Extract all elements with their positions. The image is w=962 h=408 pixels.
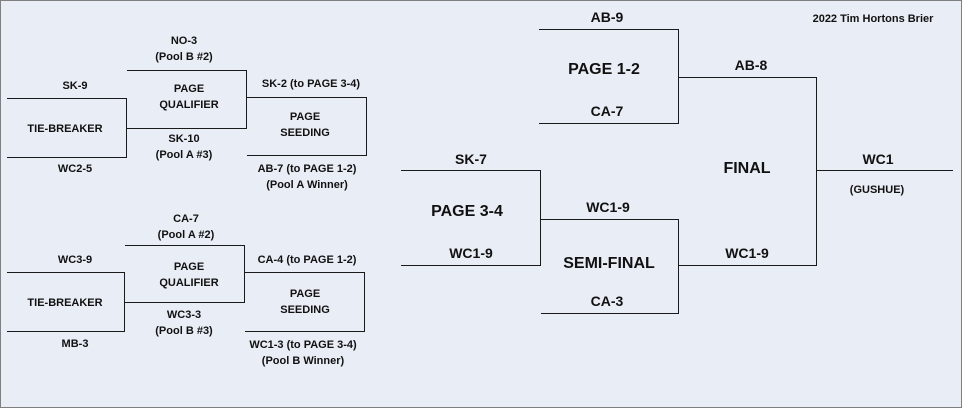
final-line1	[679, 77, 817, 78]
ps-bottom-line1	[245, 272, 365, 273]
page34-team2: WC1-9	[449, 245, 493, 261]
final-team2: WC1-9	[725, 245, 769, 261]
tb-top-team2: WC2-5	[57, 163, 93, 175]
bracket-canvas: 2022 Tim Hortons Brier SK-9 TIE-BREAKER …	[0, 0, 962, 408]
page12-team2: CA-7	[590, 103, 624, 119]
ps-top-team1: SK-2 (to PAGE 3-4)	[261, 78, 361, 90]
page12-line2	[539, 123, 679, 124]
pq-bottom-team1: CA-7 (Pool A #2)	[157, 213, 215, 241]
ps-bottom-label: PAGE SEEDING	[280, 288, 330, 316]
ps-top-label: PAGE SEEDING	[280, 111, 330, 139]
tb-top-team1: SK-9	[62, 80, 88, 92]
champion-team: WC1	[862, 151, 894, 167]
ps-top-connector	[366, 97, 367, 156]
ps-bottom-connector	[364, 272, 365, 332]
ps-top-line2	[247, 155, 367, 156]
pq-top-team2: SK-10 (Pool A #3)	[155, 133, 213, 161]
champion-line	[817, 170, 953, 171]
pq-top-team1: NO-3 (Pool B #2)	[155, 35, 213, 63]
pq-top-connector	[246, 70, 247, 129]
semi-line1	[541, 219, 679, 220]
page34-connector	[540, 170, 541, 266]
ps-bottom-line2	[245, 331, 365, 332]
tb-bottom-team2: MB-3	[61, 338, 89, 350]
final-line2	[679, 265, 817, 266]
page34-label: PAGE 3-4	[431, 203, 503, 220]
pq-bottom-label: PAGE QUALIFIER	[159, 261, 219, 289]
pq-bottom-connector	[244, 245, 245, 303]
pq-top-line2	[127, 128, 247, 129]
page34-team1: SK-7	[455, 151, 487, 167]
tb-bottom-label: TIE-BREAKER	[27, 297, 103, 309]
semi-line2	[541, 313, 679, 314]
pq-bottom-line1	[125, 245, 245, 246]
final-team1: AB-8	[734, 57, 768, 73]
page12-label: PAGE 1-2	[568, 61, 640, 78]
final-connector	[816, 77, 817, 266]
tb-top-label: TIE-BREAKER	[27, 123, 103, 135]
ps-bottom-team2: WC1-3 (to PAGE 3-4) (Pool B Winner)	[249, 339, 357, 367]
semi-label: SEMI-FINAL	[563, 255, 655, 272]
ps-bottom-team1: CA-4 (to PAGE 1-2)	[257, 254, 357, 266]
champion-skip: (GUSHUE)	[849, 184, 905, 196]
final-label: FINAL	[723, 160, 771, 177]
page12-line1	[539, 29, 679, 30]
semi-connector	[678, 219, 679, 314]
page12-team1: AB-9	[590, 9, 624, 25]
event-title: 2022 Tim Hortons Brier	[812, 13, 934, 25]
semi-team1: WC1-9	[586, 199, 630, 215]
pq-bottom-team2: WC3-3 (Pool B #3)	[155, 309, 213, 337]
tb-top-line2	[7, 157, 127, 158]
tb-bottom-line1	[7, 272, 125, 273]
ps-top-team2: AB-7 (to PAGE 1-2) (Pool A Winner)	[257, 163, 357, 191]
tb-bottom-team1: WC3-9	[57, 254, 93, 266]
tb-top-line1	[7, 98, 127, 99]
page34-line1	[401, 170, 541, 171]
tb-bottom-line2	[7, 331, 125, 332]
semi-team2: CA-3	[590, 293, 624, 309]
pq-top-label: PAGE QUALIFIER	[159, 83, 219, 111]
page34-line2	[401, 265, 541, 266]
pq-top-line1	[127, 70, 247, 71]
ps-top-line1	[247, 97, 367, 98]
pq-bottom-line2	[125, 302, 245, 303]
